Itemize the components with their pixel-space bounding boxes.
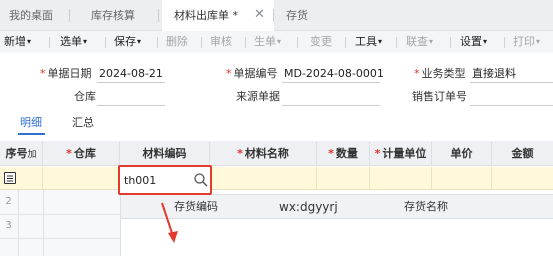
column-header-unit-price[interactable]: 单价 — [432, 141, 492, 166]
column-header-material-code[interactable]: 材料编码 — [120, 141, 210, 166]
red-arrow-annotation — [161, 202, 178, 243]
tab-my-desktop[interactable]: 我的桌面 — [0, 0, 62, 31]
query-button[interactable]: 联查▾ — [406, 31, 433, 53]
grid-line — [0, 238, 120, 239]
lookup-column-filter-value[interactable]: wx:dgyyrj — [279, 195, 338, 219]
row-number: 2 — [5, 196, 12, 207]
row-number: 3 — [5, 220, 12, 231]
row-edit-icon[interactable] — [4, 172, 16, 184]
row-quantity-cell[interactable] — [317, 167, 370, 190]
subtab-summary[interactable]: 汇总 — [72, 114, 94, 132]
column-header-unit[interactable]: * 计量单位 — [370, 141, 432, 166]
new-button[interactable]: 新增▾ — [4, 31, 31, 53]
column-header-material-name[interactable]: * 材料名称 — [210, 141, 317, 166]
grid-line — [18, 190, 19, 256]
source-doc-label: 来源单据 — [236, 90, 280, 103]
grid-line — [0, 214, 120, 215]
toolbar-separator — [157, 37, 158, 48]
select-doc-button[interactable]: 选单▾ — [60, 31, 87, 53]
column-header-seq[interactable]: 序号加 — [0, 141, 43, 166]
row-unit-price-cell[interactable] — [432, 167, 492, 190]
tab-separator — [69, 9, 70, 22]
warehouse-field[interactable] — [97, 89, 165, 106]
lookup-column-name[interactable]: 存货名称 — [404, 195, 448, 219]
chevron-down-icon: ▾ — [27, 37, 32, 46]
subtab-detail[interactable]: 明细 — [20, 114, 42, 132]
chevron-down-icon: ▾ — [83, 37, 88, 46]
toolbar-separator — [49, 37, 50, 48]
tools-button[interactable]: 工具▾ — [355, 31, 382, 53]
toolbar-separator — [245, 37, 246, 48]
doc-date-field[interactable]: 2024-08-21 — [97, 66, 165, 83]
toolbar-separator — [297, 37, 298, 48]
row-edit-glyph — [7, 175, 13, 182]
chevron-down-icon: ▾ — [378, 37, 383, 46]
biz-type-label: * 业务类型 — [414, 67, 466, 80]
material-code-editor[interactable]: th001 — [118, 165, 212, 195]
row-material-name-cell[interactable] — [210, 167, 317, 190]
doc-no-label: * 单据编号 — [226, 67, 278, 80]
material-code-input[interactable]: th001 — [124, 173, 156, 189]
audit-button[interactable]: 审核 — [210, 31, 232, 53]
table-row[interactable] — [0, 167, 553, 190]
toolbar: 新增▾ 选单▾ 保存▾ 删除 审核 生单▾ 变更 工具▾ 联查▾ 设置▾ 打印▾ — [0, 31, 553, 53]
search-icon-glyph — [194, 173, 208, 187]
tab-separator — [273, 9, 274, 22]
warehouse-label: 仓库 — [74, 90, 96, 103]
toolbar-separator — [345, 37, 346, 48]
row-unit-cell[interactable] — [370, 167, 432, 190]
chevron-down-icon: ▾ — [483, 37, 488, 46]
delete-button[interactable]: 删除 — [166, 31, 188, 53]
chevron-down-icon: ▾ — [429, 37, 434, 46]
save-button[interactable]: 保存▾ — [114, 31, 141, 53]
row-warehouse-cell[interactable] — [43, 167, 120, 190]
tab-inventory[interactable]: 存货 — [278, 0, 316, 31]
toolbar-separator — [105, 37, 106, 48]
toolbar-separator — [504, 37, 505, 48]
row-seq-cell — [0, 167, 43, 190]
source-doc-field[interactable] — [282, 89, 380, 106]
grid-line — [43, 190, 44, 256]
column-header-quantity[interactable]: * 数量 — [317, 141, 370, 166]
toolbar-separator — [450, 37, 451, 48]
search-icon[interactable] — [193, 172, 209, 188]
chevron-down-icon: ▾ — [277, 37, 282, 46]
tab-bar: 我的桌面 库存核算 材料出库单 * ✕ 存货 — [0, 0, 553, 31]
toolbar-separator — [396, 37, 397, 48]
column-header-warehouse[interactable]: * 仓库 — [43, 141, 120, 166]
chevron-down-icon: ▾ — [536, 37, 541, 46]
doc-date-label: * 单据日期 — [40, 67, 92, 80]
print-button[interactable]: 打印▾ — [513, 31, 540, 53]
tab-inventory-accounting[interactable]: 库存核算 — [78, 0, 148, 31]
sales-order-field[interactable] — [470, 89, 553, 106]
column-header-amount[interactable]: 金额 — [492, 141, 553, 166]
doc-no-field[interactable]: MD-2024-08-0001 — [282, 66, 384, 83]
change-button[interactable]: 变更 — [310, 31, 332, 53]
biz-type-field[interactable]: 直接退料 — [470, 66, 553, 83]
generate-doc-button[interactable]: 生单▾ — [254, 31, 281, 53]
toolbar-separator — [201, 37, 202, 48]
close-icon[interactable]: ✕ — [254, 0, 265, 31]
chevron-down-icon: ▾ — [137, 37, 142, 46]
settings-button[interactable]: 设置▾ — [460, 31, 487, 53]
sales-order-label: 销售订单号 — [412, 90, 467, 103]
tab-separator — [158, 9, 159, 22]
subtab-active-indicator — [18, 133, 45, 135]
